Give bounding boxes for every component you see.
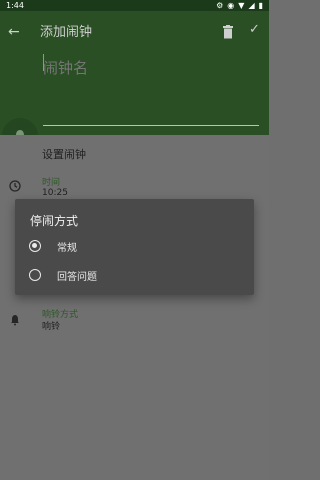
option-normal[interactable]: 常规	[29, 236, 239, 256]
clock-icon	[9, 180, 21, 192]
section-title: 设置闹钟	[42, 148, 86, 161]
time-label: 时间	[42, 178, 61, 188]
bell-icon	[9, 314, 21, 326]
page-title: 添加闹钟	[40, 25, 93, 40]
settings-icon: ⚙	[216, 1, 224, 10]
settings-panel	[0, 135, 269, 480]
status-time: 1:44	[6, 1, 24, 10]
battery-icon: ▮	[258, 1, 263, 10]
stop-mode-dialog: 停闹方式 常规 回答问题	[15, 199, 254, 295]
status-bar: 1:44 ⚙ ◉ ▼ ◢ ▮	[0, 0, 269, 11]
back-arrow-icon[interactable]: ←	[8, 25, 22, 39]
signal-icon: ◢	[248, 1, 255, 10]
input-underline	[43, 125, 259, 126]
time-value[interactable]: 10:25	[42, 188, 68, 198]
check-icon[interactable]: ✓	[249, 22, 260, 37]
option-answer-question-label: 回答问题	[57, 271, 97, 283]
radio-answer-question[interactable]	[29, 269, 41, 281]
radio-normal[interactable]	[29, 240, 41, 252]
text-cursor	[43, 54, 44, 71]
ring-value[interactable]: 响铃	[42, 319, 60, 332]
app-header: ← 添加闹钟 ✓	[0, 11, 269, 135]
option-normal-label: 常规	[57, 242, 77, 254]
trash-icon[interactable]	[222, 24, 234, 39]
gps-icon: ◉	[227, 1, 235, 10]
alarm-name-input[interactable]	[43, 53, 259, 83]
wifi-icon: ▼	[238, 1, 245, 10]
status-icons: ⚙ ◉ ▼ ◢ ▮	[216, 1, 263, 10]
option-answer-question[interactable]: 回答问题	[29, 265, 239, 285]
dialog-title: 停闹方式	[30, 214, 79, 228]
